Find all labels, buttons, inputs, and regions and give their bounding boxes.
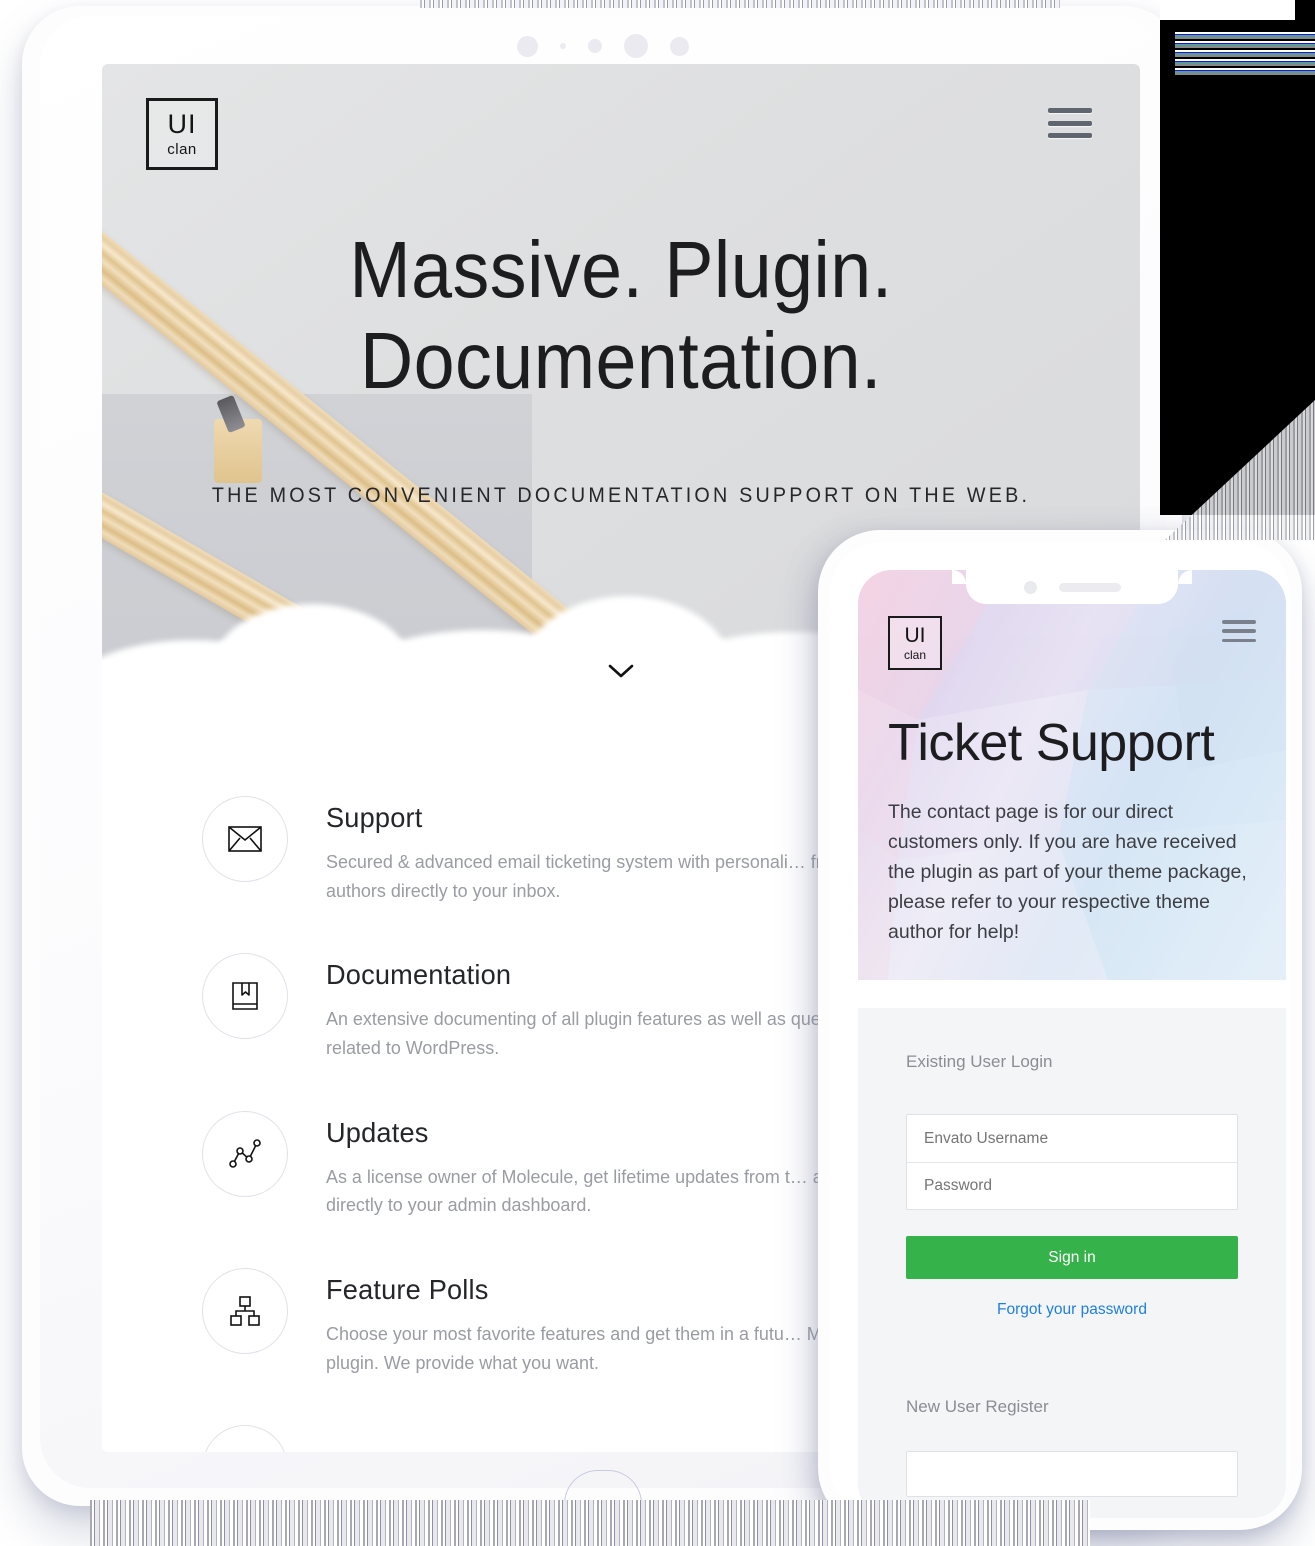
hamburger-icon[interactable] <box>1222 620 1256 642</box>
password-input[interactable] <box>907 1162 1237 1209</box>
username-input[interactable] <box>907 1115 1237 1162</box>
phone-logo[interactable]: UI clan <box>888 616 942 670</box>
earpiece-speaker <box>1058 582 1121 592</box>
sign-in-button[interactable]: Sign in <box>906 1236 1238 1279</box>
phone-intro-paragraph: The contact page is for our direct custo… <box>888 800 1247 944</box>
tablet-sensor-dot-mid <box>588 39 602 53</box>
phone-screen: UI clan Ticket Support The contact page … <box>858 570 1286 1518</box>
tablet-logo-line2: clan <box>167 141 197 158</box>
phone-notch <box>952 570 1192 604</box>
phone-hero-section: UI clan Ticket Support The contact page … <box>858 570 1286 980</box>
login-card: Existing User Login Sign in Forgot your … <box>858 1008 1286 1518</box>
tablet-camera-dot <box>517 35 538 57</box>
image-artifact-colored-lines <box>1175 30 1315 75</box>
tablet-logo-line1: UI <box>167 109 197 139</box>
image-artifact-white-notch <box>1160 0 1295 20</box>
tablet-hero-subtitle: THE MOST CONVENIENT DOCUMENTATION SUPPOR… <box>211 484 1031 507</box>
phone-hero-content: UI clan Ticket Support The contact page … <box>858 570 1286 948</box>
tablet-home-indicator[interactable] <box>564 1470 642 1504</box>
image-artifact-bottom-stripes <box>90 1500 1090 1546</box>
forgot-password-link[interactable]: Forgot your password <box>906 1301 1238 1319</box>
tablet-sensor-dot-right <box>670 36 689 56</box>
login-field-group <box>906 1114 1238 1210</box>
new-user-register-heading: New User Register <box>906 1397 1049 1416</box>
phone-logo-line2: clan <box>903 648 926 662</box>
tablet-hero-title: Massive. Plugin. Documentation. <box>144 224 1099 406</box>
chevron-down-icon[interactable] <box>608 664 634 678</box>
phone-body: UI clan Ticket Support The contact page … <box>830 542 1290 1518</box>
phone-device: UI clan Ticket Support The contact page … <box>818 530 1302 1530</box>
line-chart-icon <box>202 1110 288 1197</box>
tablet-hero-title-line2: Documentation. <box>360 316 882 406</box>
front-camera-icon <box>1023 580 1037 594</box>
phone-page-title: Ticket Support <box>888 714 1215 772</box>
phone-logo-line1: UI <box>904 624 926 647</box>
register-input-field[interactable] <box>906 1451 1238 1497</box>
partial-feature-icon <box>202 1425 288 1452</box>
envelope-icon <box>202 796 288 882</box>
tablet-sensor-dot-small <box>560 43 566 49</box>
tablet-hero-title-line1: Massive. Plugin. <box>349 225 893 314</box>
phone-section-divider <box>858 980 1286 1008</box>
book-bookmark-icon <box>202 953 288 1040</box>
sitemap-icon <box>202 1268 288 1355</box>
existing-user-login-heading: Existing User Login <box>906 1052 1053 1071</box>
screenshot-stage: UI clan Massive. Plugin. Documentation. <box>0 0 1315 1546</box>
image-artifact-top-stripes <box>420 0 1060 8</box>
hamburger-icon[interactable] <box>1048 108 1092 138</box>
tablet-logo[interactable]: UI clan <box>146 98 218 170</box>
tablet-sensor-dot-large <box>624 34 648 58</box>
tablet-sensor-row <box>40 24 1166 68</box>
